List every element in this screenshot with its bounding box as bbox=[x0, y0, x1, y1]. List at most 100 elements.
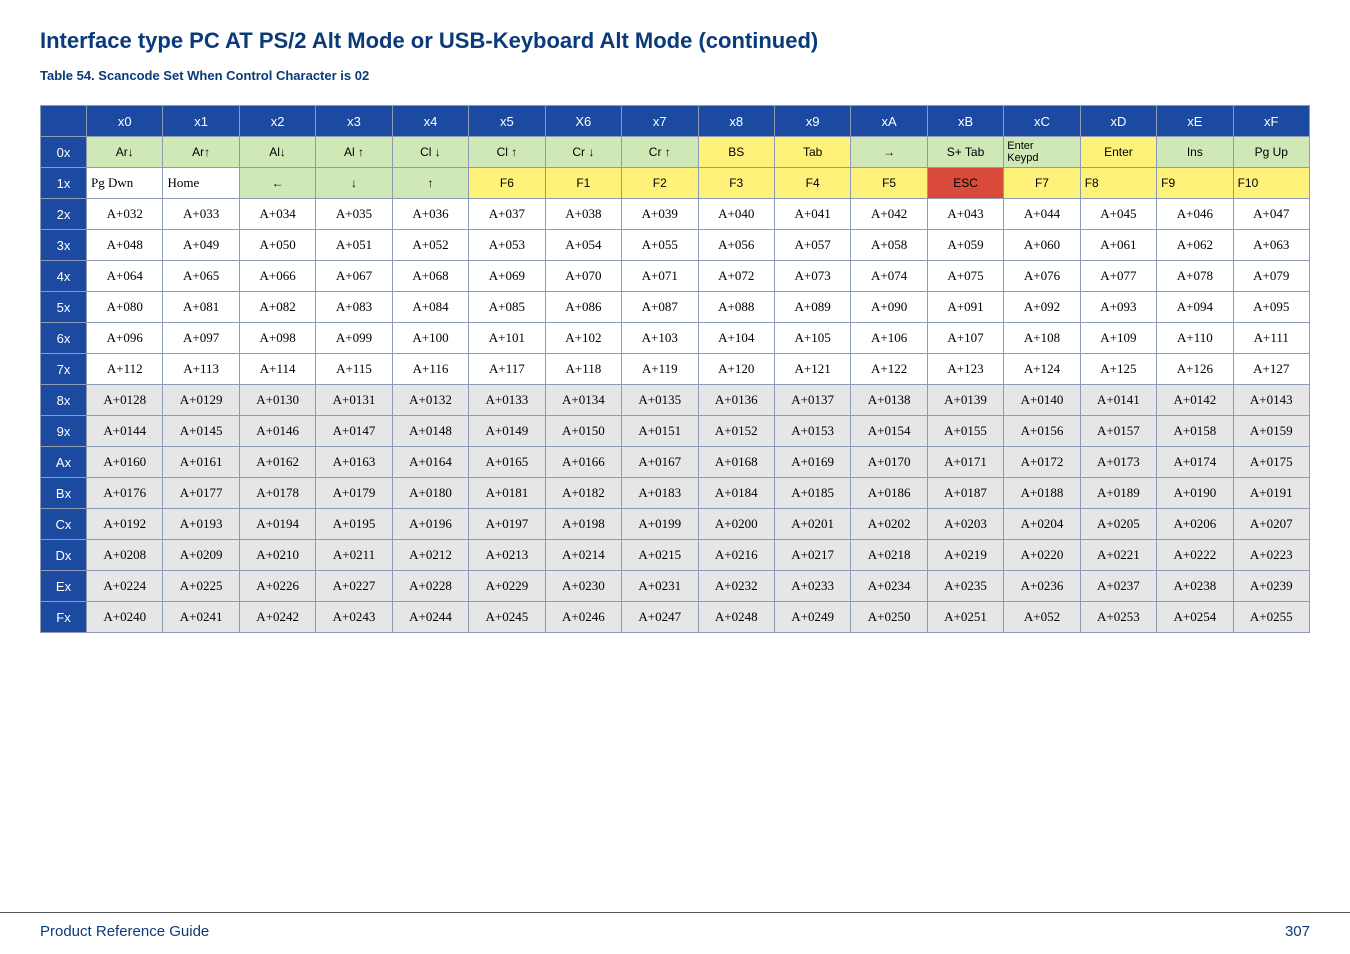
table-cell: A+080 bbox=[87, 292, 163, 323]
table-cell: A+078 bbox=[1157, 261, 1233, 292]
table-cell: A+0132 bbox=[392, 385, 468, 416]
table-cell: A+0241 bbox=[163, 602, 239, 633]
row-header: 5x bbox=[41, 292, 87, 323]
table-cell: A+103 bbox=[622, 323, 698, 354]
table-cell: F8 bbox=[1080, 168, 1156, 199]
table-cell: A+071 bbox=[622, 261, 698, 292]
table-cell: A+0129 bbox=[163, 385, 239, 416]
table-cell: A+0211 bbox=[316, 540, 392, 571]
table-cell: A+0224 bbox=[87, 571, 163, 602]
table-cell: A+075 bbox=[927, 261, 1003, 292]
table-cell: A+0235 bbox=[927, 571, 1003, 602]
table-cell: A+034 bbox=[239, 199, 315, 230]
table-cell: A+069 bbox=[469, 261, 545, 292]
table-cell: A+0136 bbox=[698, 385, 774, 416]
table-cell: Cl ↑ bbox=[469, 137, 545, 168]
table-cell: F7 bbox=[1004, 168, 1080, 199]
table-row: 3xA+048A+049A+050A+051A+052A+053A+054A+0… bbox=[41, 230, 1310, 261]
table-cell: A+0207 bbox=[1233, 509, 1309, 540]
table-cell: A+0131 bbox=[316, 385, 392, 416]
table-cell: A+0247 bbox=[622, 602, 698, 633]
table-cell: A+093 bbox=[1080, 292, 1156, 323]
table-cell: A+0191 bbox=[1233, 478, 1309, 509]
col-header: xE bbox=[1157, 106, 1233, 137]
table-cell: ↓ bbox=[316, 168, 392, 199]
table-cell: A+0154 bbox=[851, 416, 927, 447]
table-cell: A+0151 bbox=[622, 416, 698, 447]
table-cell: A+0216 bbox=[698, 540, 774, 571]
table-cell: A+061 bbox=[1080, 230, 1156, 261]
table-cell: Pg Up bbox=[1233, 137, 1309, 168]
table-cell: A+0193 bbox=[163, 509, 239, 540]
table-cell: A+0230 bbox=[545, 571, 621, 602]
table-cell: A+0219 bbox=[927, 540, 1003, 571]
table-cell: → bbox=[851, 137, 927, 168]
table-cell: A+123 bbox=[927, 354, 1003, 385]
table-cell: A+044 bbox=[1004, 199, 1080, 230]
col-header-empty bbox=[41, 106, 87, 137]
table-cell: A+052 bbox=[392, 230, 468, 261]
table-cell: A+126 bbox=[1157, 354, 1233, 385]
table-cell: A+0138 bbox=[851, 385, 927, 416]
table-cell: A+0238 bbox=[1157, 571, 1233, 602]
table-cell: A+0128 bbox=[87, 385, 163, 416]
table-cell: A+0237 bbox=[1080, 571, 1156, 602]
table-cell: A+033 bbox=[163, 199, 239, 230]
table-cell: A+0223 bbox=[1233, 540, 1309, 571]
table-row: 5xA+080A+081A+082A+083A+084A+085A+086A+0… bbox=[41, 292, 1310, 323]
table-cell: A+040 bbox=[698, 199, 774, 230]
table-cell: A+0232 bbox=[698, 571, 774, 602]
table-cell: F6 bbox=[469, 168, 545, 199]
table-cell: A+105 bbox=[774, 323, 850, 354]
row-header: 2x bbox=[41, 199, 87, 230]
table-cell: A+0236 bbox=[1004, 571, 1080, 602]
col-header: x2 bbox=[239, 106, 315, 137]
table-cell: A+090 bbox=[851, 292, 927, 323]
table-cell: A+043 bbox=[927, 199, 1003, 230]
table-cell: A+107 bbox=[927, 323, 1003, 354]
col-header: x3 bbox=[316, 106, 392, 137]
table-cell: ↑ bbox=[392, 168, 468, 199]
table-cell: A+050 bbox=[239, 230, 315, 261]
table-cell: A+0254 bbox=[1157, 602, 1233, 633]
table-cell: A+0233 bbox=[774, 571, 850, 602]
table-cell: A+064 bbox=[87, 261, 163, 292]
table-row: CxA+0192A+0193A+0194A+0195A+0196A+0197A+… bbox=[41, 509, 1310, 540]
table-row: 8xA+0128A+0129A+0130A+0131A+0132A+0133A+… bbox=[41, 385, 1310, 416]
table-cell: A+0161 bbox=[163, 447, 239, 478]
table-cell: A+0162 bbox=[239, 447, 315, 478]
table-cell: A+058 bbox=[851, 230, 927, 261]
table-cell: A+0168 bbox=[698, 447, 774, 478]
table-cell: A+0184 bbox=[698, 478, 774, 509]
page-title: Interface type PC AT PS/2 Alt Mode or US… bbox=[40, 28, 1310, 54]
table-cell: A+112 bbox=[87, 354, 163, 385]
table-row: FxA+0240A+0241A+0242A+0243A+0244A+0245A+… bbox=[41, 602, 1310, 633]
table-cell: A+122 bbox=[851, 354, 927, 385]
table-cell: A+0248 bbox=[698, 602, 774, 633]
table-cell: A+0227 bbox=[316, 571, 392, 602]
row-header: 1x bbox=[41, 168, 87, 199]
table-cell: A+124 bbox=[1004, 354, 1080, 385]
table-cell: A+0204 bbox=[1004, 509, 1080, 540]
table-row: ExA+0224A+0225A+0226A+0227A+0228A+0229A+… bbox=[41, 571, 1310, 602]
row-header: Bx bbox=[41, 478, 87, 509]
table-cell: F9 bbox=[1157, 168, 1233, 199]
scancode-table-wrap: x0x1x2x3x4x5X6x7x8x9xAxBxCxDxExF 0xAr↓Ar… bbox=[40, 105, 1310, 633]
table-cell: A+0130 bbox=[239, 385, 315, 416]
table-cell: A+101 bbox=[469, 323, 545, 354]
table-cell: A+0194 bbox=[239, 509, 315, 540]
table-cell: A+0228 bbox=[392, 571, 468, 602]
table-cell: Al↓ bbox=[239, 137, 315, 168]
col-header: xF bbox=[1233, 106, 1309, 137]
table-cell: A+045 bbox=[1080, 199, 1156, 230]
table-cell: A+0226 bbox=[239, 571, 315, 602]
table-cell: A+0173 bbox=[1080, 447, 1156, 478]
table-row: AxA+0160A+0161A+0162A+0163A+0164A+0165A+… bbox=[41, 447, 1310, 478]
table-cell: A+0225 bbox=[163, 571, 239, 602]
table-cell: A+079 bbox=[1233, 261, 1309, 292]
table-cell: Ins bbox=[1157, 137, 1233, 168]
table-cell: A+0234 bbox=[851, 571, 927, 602]
table-cell: A+065 bbox=[163, 261, 239, 292]
table-cell: A+0183 bbox=[622, 478, 698, 509]
table-cell: F2 bbox=[622, 168, 698, 199]
